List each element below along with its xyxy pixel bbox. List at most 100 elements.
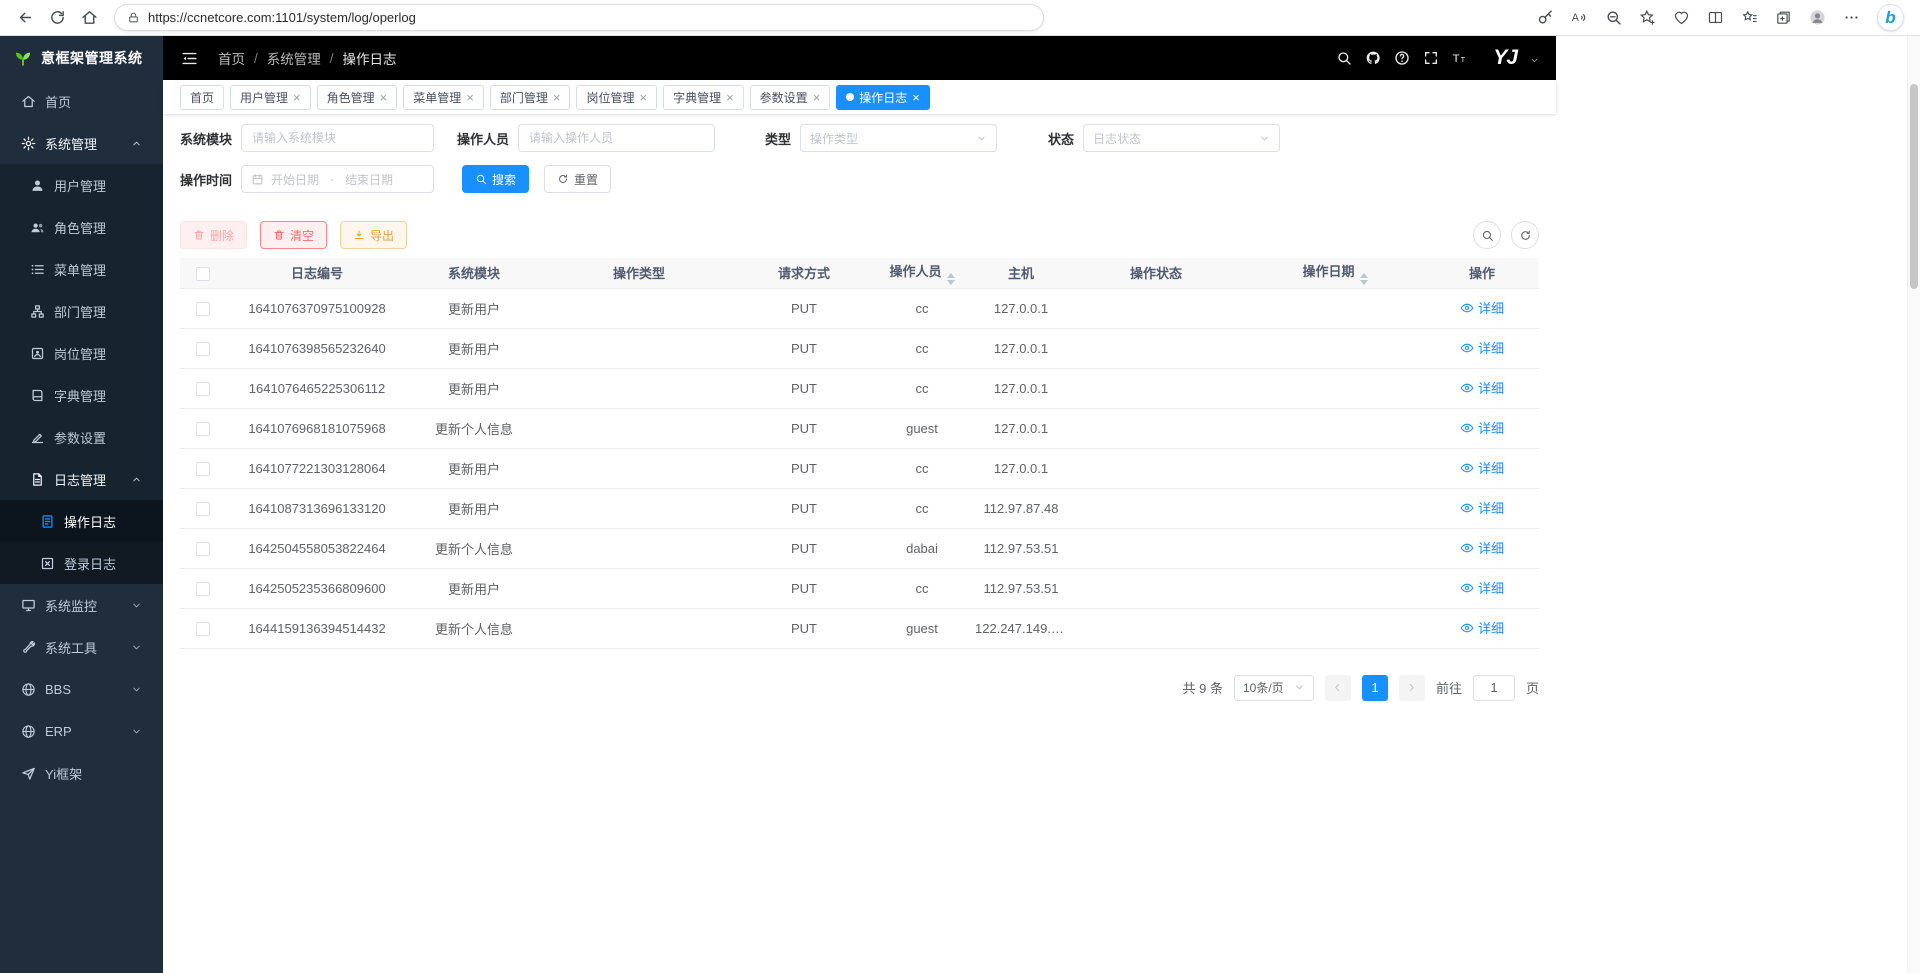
scrollbar-track[interactable]: [1907, 36, 1920, 973]
sidebar-item-13[interactable]: 系统工具: [0, 626, 163, 668]
breadcrumb-item[interactable]: 操作日志: [343, 48, 397, 68]
sidebar-item-11[interactable]: 登录日志: [0, 542, 163, 584]
sidebar-item-8[interactable]: 参数设置: [0, 416, 163, 458]
refresh-button[interactable]: [42, 4, 72, 32]
select-all-checkbox[interactable]: [196, 267, 210, 281]
row-checkbox[interactable]: [196, 302, 210, 316]
status-select[interactable]: 日志状态: [1083, 124, 1280, 152]
column-header[interactable]: 操作日期: [1245, 258, 1425, 288]
page-size-select[interactable]: 10条/页: [1234, 675, 1314, 701]
profile-avatar[interactable]: [1809, 9, 1826, 26]
sort-carets-icon[interactable]: [947, 273, 955, 285]
sidebar-item-10[interactable]: 操作日志: [0, 500, 163, 542]
sidebar-item-6[interactable]: 岗位管理: [0, 332, 163, 374]
tab-4[interactable]: 部门管理×: [490, 85, 571, 110]
sidebar-item-2[interactable]: 用户管理: [0, 164, 163, 206]
clear-button[interactable]: 清空: [260, 221, 327, 249]
collections-icon[interactable]: [1775, 9, 1792, 26]
app-logo[interactable]: 意框架管理系统: [0, 36, 163, 80]
scrollbar-thumb[interactable]: [1910, 84, 1918, 289]
close-icon[interactable]: ×: [380, 91, 388, 104]
detail-link[interactable]: 详细: [1460, 578, 1504, 597]
home-button[interactable]: [74, 4, 104, 32]
sidebar-item-3[interactable]: 角色管理: [0, 206, 163, 248]
breadcrumb-item[interactable]: 首页: [218, 48, 245, 68]
close-icon[interactable]: ×: [553, 91, 561, 104]
module-input[interactable]: [241, 124, 434, 152]
tab-8[interactable]: 操作日志×: [836, 85, 930, 110]
goto-page-input[interactable]: [1473, 675, 1515, 701]
current-page[interactable]: 1: [1362, 675, 1388, 701]
row-checkbox[interactable]: [196, 422, 210, 436]
tab-2[interactable]: 角色管理×: [317, 85, 398, 110]
detail-link[interactable]: 详细: [1460, 458, 1504, 477]
detail-link[interactable]: 详细: [1460, 298, 1504, 317]
sidebar-item-5[interactable]: 部门管理: [0, 290, 163, 332]
prev-page-button[interactable]: [1325, 675, 1351, 701]
row-checkbox[interactable]: [196, 382, 210, 396]
detail-link[interactable]: 详细: [1460, 338, 1504, 357]
password-key-icon[interactable]: [1537, 9, 1554, 26]
more-options-icon[interactable]: [1843, 9, 1860, 26]
refresh-table-button[interactable]: [1511, 221, 1539, 249]
split-screen-icon[interactable]: [1707, 9, 1724, 26]
next-page-button[interactable]: [1399, 675, 1425, 701]
detail-link[interactable]: 详细: [1460, 378, 1504, 397]
type-select[interactable]: 操作类型: [800, 124, 997, 152]
close-icon[interactable]: ×: [912, 91, 920, 104]
fullscreen-icon[interactable]: [1423, 50, 1439, 66]
sidebar-item-12[interactable]: 系统监控: [0, 584, 163, 626]
search-icon[interactable]: [1336, 50, 1352, 66]
breadcrumb-item[interactable]: 系统管理: [267, 48, 321, 68]
add-favorite-icon[interactable]: [1639, 9, 1656, 26]
tab-1[interactable]: 用户管理×: [230, 85, 311, 110]
row-checkbox[interactable]: [196, 462, 210, 476]
address-bar[interactable]: https://ccnetcore.com:1101/system/log/op…: [114, 4, 1044, 31]
tab-6[interactable]: 字典管理×: [663, 85, 744, 110]
export-button[interactable]: 导出: [340, 221, 407, 249]
sidebar-item-16[interactable]: Yi框架: [0, 752, 163, 794]
chevron-down-icon[interactable]: [1530, 56, 1539, 65]
row-checkbox[interactable]: [196, 502, 210, 516]
close-icon[interactable]: ×: [813, 91, 821, 104]
sidebar-item-15[interactable]: ERP: [0, 710, 163, 752]
delete-button[interactable]: 删除: [180, 221, 247, 249]
search-button[interactable]: 搜索: [462, 165, 529, 193]
user-logo[interactable]: YJ: [1493, 46, 1517, 70]
url-text[interactable]: https://ccnetcore.com:1101/system/log/op…: [148, 10, 416, 25]
operator-input[interactable]: [518, 124, 715, 152]
row-checkbox[interactable]: [196, 542, 210, 556]
text-size-icon[interactable]: TT: [1452, 50, 1468, 66]
help-icon[interactable]: [1394, 50, 1410, 66]
close-icon[interactable]: ×: [639, 91, 647, 104]
column-header[interactable]: 操作人员: [869, 258, 975, 288]
row-checkbox[interactable]: [196, 342, 210, 356]
detail-link[interactable]: 详细: [1460, 538, 1504, 557]
detail-link[interactable]: 详细: [1460, 418, 1504, 437]
row-checkbox[interactable]: [196, 622, 210, 636]
back-button[interactable]: [10, 4, 40, 32]
sidebar-item-9[interactable]: 日志管理: [0, 458, 163, 500]
reset-button[interactable]: 重置: [544, 165, 611, 193]
sidebar-item-4[interactable]: 菜单管理: [0, 248, 163, 290]
detail-link[interactable]: 详细: [1460, 498, 1504, 517]
sidebar-item-14[interactable]: BBS: [0, 668, 163, 710]
row-checkbox[interactable]: [196, 582, 210, 596]
favorites-icon[interactable]: [1741, 9, 1758, 26]
sidebar-item-7[interactable]: 字典管理: [0, 374, 163, 416]
menu-fold-icon[interactable]: [180, 50, 199, 67]
tab-3[interactable]: 菜单管理×: [403, 85, 484, 110]
bing-icon[interactable]: b: [1877, 4, 1904, 31]
close-icon[interactable]: ×: [466, 91, 474, 104]
zoom-out-icon[interactable]: [1605, 9, 1622, 26]
sidebar-item-0[interactable]: 首页: [0, 80, 163, 122]
sidebar-item-1[interactable]: 系统管理: [0, 122, 163, 164]
github-icon[interactable]: [1365, 50, 1381, 66]
date-range-picker[interactable]: 开始日期 - 结束日期: [241, 165, 434, 193]
browser-essentials-icon[interactable]: [1673, 9, 1690, 26]
close-icon[interactable]: ×: [726, 91, 734, 104]
show-search-button[interactable]: [1473, 221, 1501, 249]
close-icon[interactable]: ×: [293, 91, 301, 104]
tab-5[interactable]: 岗位管理×: [576, 85, 657, 110]
tab-0[interactable]: 首页: [180, 85, 224, 110]
